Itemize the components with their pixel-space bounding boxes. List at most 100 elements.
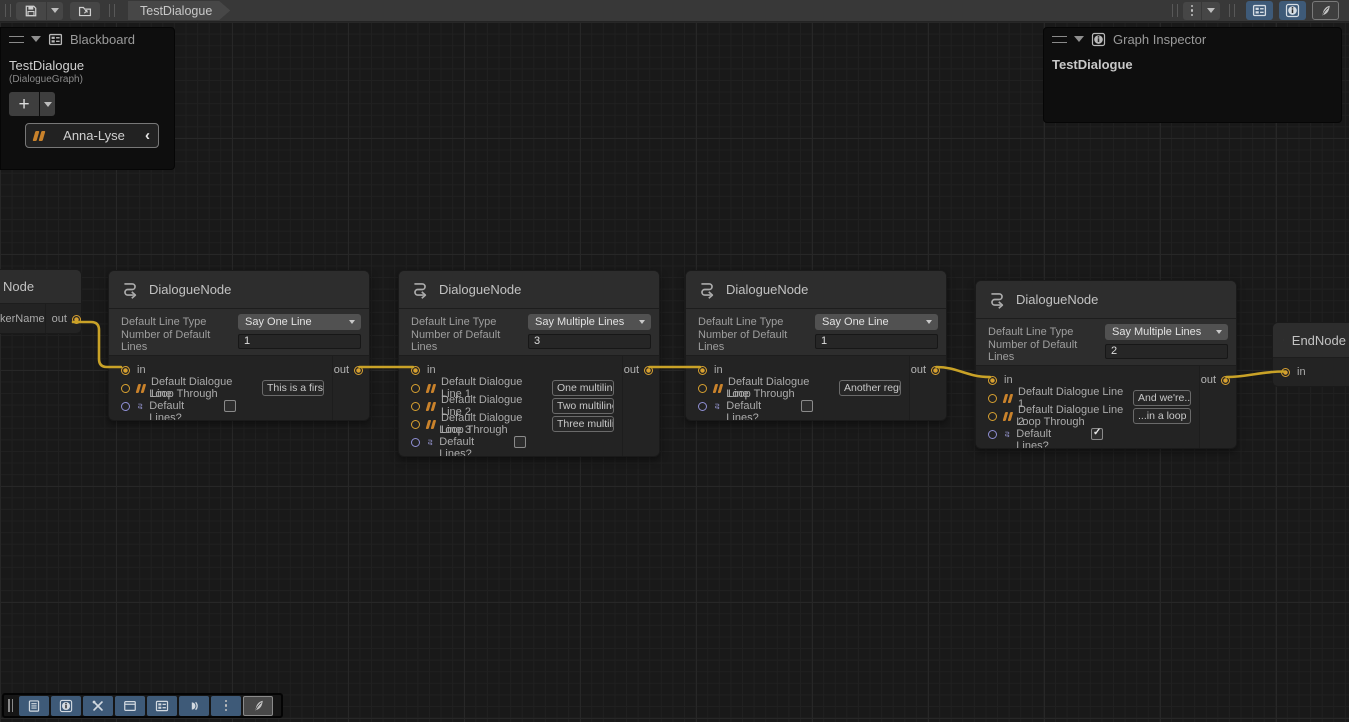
blackboard-title: Blackboard (70, 32, 135, 47)
loop-checkbox[interactable] (224, 400, 236, 412)
in-port[interactable] (411, 366, 420, 375)
loop-checkbox[interactable] (1091, 428, 1103, 440)
graph-inspector-selection: TestDialogue (1052, 57, 1341, 72)
out-port[interactable] (931, 366, 940, 375)
line-text-field[interactable]: One multiline (552, 380, 614, 396)
open-asset-icon (78, 4, 92, 18)
line-text-field[interactable]: Two multiline (552, 398, 614, 414)
info-icon (59, 699, 73, 713)
num-lines-field[interactable]: 2 (1105, 344, 1228, 359)
line-port[interactable] (411, 420, 420, 429)
drag-handle-icon[interactable] (1052, 36, 1067, 43)
in-port[interactable] (1281, 368, 1290, 377)
line-type-value: Say One Line (822, 316, 889, 328)
loop-checkbox[interactable] (801, 400, 813, 412)
line-port[interactable] (988, 412, 997, 421)
add-variable-button[interactable]: + (9, 92, 39, 116)
out-port[interactable] (354, 366, 363, 375)
num-lines-field[interactable]: 1 (815, 334, 938, 349)
blackboard-field-anna-lyse[interactable]: Anna-Lyse ‹ (25, 123, 159, 148)
toggle-blackboard-button[interactable] (1246, 1, 1273, 20)
foldout-caret-icon[interactable] (1074, 36, 1084, 42)
num-lines-value: 2 (1111, 345, 1117, 357)
num-lines-field[interactable]: 1 (238, 334, 361, 349)
line-type-dropdown[interactable]: Say Multiple Lines (528, 314, 651, 330)
num-lines-label: Number of Default Lines (988, 339, 1105, 363)
collapse-chevron-icon[interactable]: ‹ (145, 127, 150, 144)
bottom-toolbar (2, 693, 283, 718)
info-button[interactable] (51, 696, 81, 716)
dropdown-caret-icon (1207, 8, 1215, 13)
blackboard-button[interactable] (147, 696, 177, 716)
toggle-graph-inspector-button[interactable] (1279, 1, 1306, 20)
line-text-field[interactable]: ...in a loop (1133, 408, 1191, 424)
loop-icon (427, 435, 433, 449)
loop-label: Loop Through Default Lines? (149, 388, 218, 421)
line-port[interactable] (411, 384, 420, 393)
line-type-dropdown[interactable]: Say One Line (238, 314, 361, 330)
loop-label: Loop Through Default Lines? (439, 424, 508, 457)
line-port[interactable] (698, 384, 707, 393)
loop-port[interactable] (411, 438, 420, 447)
add-variable-caret-button[interactable] (40, 92, 55, 116)
loop-port[interactable] (988, 430, 997, 439)
quote-icon (427, 384, 435, 393)
in-port[interactable] (988, 376, 997, 385)
save-button[interactable] (16, 2, 46, 20)
line-text-field[interactable]: Another regu (839, 380, 901, 396)
dialogue-node-4[interactable]: DialogueNode Default Line Type Say Multi… (975, 280, 1237, 449)
end-node[interactable]: EndNode in (1272, 322, 1349, 387)
line-type-dropdown[interactable]: Say One Line (815, 314, 938, 330)
quote-icon (1004, 394, 1012, 403)
in-port[interactable] (121, 366, 130, 375)
line-port[interactable] (411, 402, 420, 411)
foldout-caret-icon[interactable] (31, 36, 41, 42)
line-port[interactable] (121, 384, 130, 393)
num-lines-value: 1 (821, 335, 827, 347)
blackboard-graph-name: TestDialogue (9, 58, 174, 73)
num-lines-value: 1 (244, 335, 250, 347)
loop-port[interactable] (121, 402, 130, 411)
dialogue-flow-icon (988, 290, 1006, 309)
graph-tab[interactable]: TestDialogue (128, 1, 230, 20)
dialogue-flow-icon (698, 280, 716, 299)
line-type-dropdown[interactable]: Say Multiple Lines (1105, 324, 1228, 340)
loop-icon (137, 399, 143, 413)
dialogue-node-3[interactable]: DialogueNode Default Line Type Say One L… (685, 270, 947, 421)
toggle-preview-button[interactable] (1312, 1, 1339, 20)
overflow-menu-button[interactable] (1183, 2, 1201, 20)
more-button[interactable] (211, 696, 241, 716)
loop-checkbox[interactable] (514, 436, 526, 448)
dialogue-node-1[interactable]: DialogueNode Default Line Type Say One L… (108, 270, 370, 421)
sound-button[interactable] (179, 696, 209, 716)
quill-button[interactable] (243, 696, 273, 716)
window-button[interactable] (115, 696, 145, 716)
dialogue-node-2[interactable]: DialogueNode Default Line Type Say Multi… (398, 270, 660, 457)
tools-icon (91, 699, 105, 713)
sound-icon (187, 699, 201, 713)
out-port[interactable] (72, 315, 81, 324)
tools-button[interactable] (83, 696, 113, 716)
in-port[interactable] (698, 366, 707, 375)
overflow-caret-button[interactable] (1202, 2, 1220, 20)
drag-handle-icon[interactable] (8, 699, 13, 712)
start-node[interactable]: Node kerName out (0, 269, 82, 334)
open-asset-button[interactable] (70, 2, 100, 20)
node-title: DialogueNode (1016, 292, 1098, 307)
line-port[interactable] (988, 394, 997, 403)
out-port[interactable] (1221, 376, 1230, 385)
loop-port[interactable] (698, 402, 707, 411)
drag-handle-icon[interactable] (9, 36, 24, 43)
save-options-button[interactable] (47, 2, 63, 20)
loop-icon (1004, 427, 1010, 441)
quote-icon (714, 384, 722, 393)
out-port[interactable] (644, 366, 653, 375)
notes-button[interactable] (19, 696, 49, 716)
in-port-label: in (714, 364, 723, 376)
line-text-field[interactable]: This is a first (262, 380, 324, 396)
line-text-field[interactable]: And we're... (1133, 390, 1191, 406)
line-type-value: Say Multiple Lines (1112, 326, 1201, 338)
num-lines-field[interactable]: 3 (528, 334, 651, 349)
quote-icon (427, 420, 435, 429)
line-text-field[interactable]: Three multili (552, 416, 614, 432)
